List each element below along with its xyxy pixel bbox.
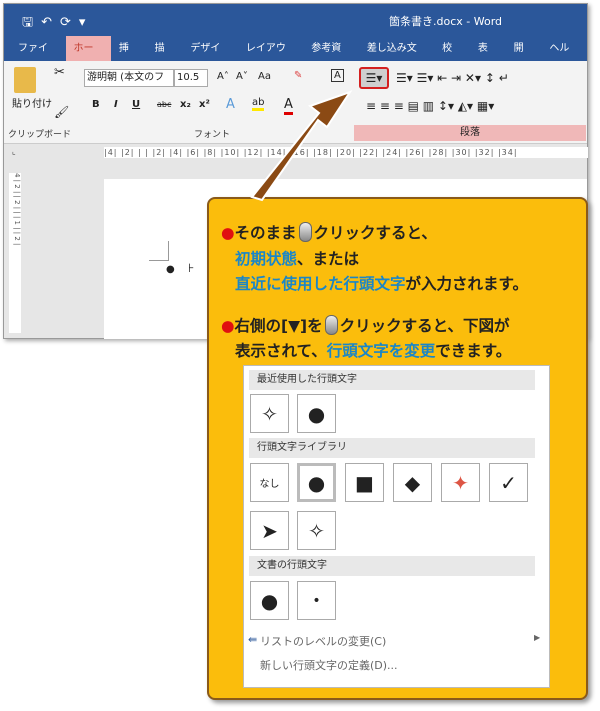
arrow-shape (250, 90, 353, 202)
pointer-arrow (250, 90, 353, 202)
